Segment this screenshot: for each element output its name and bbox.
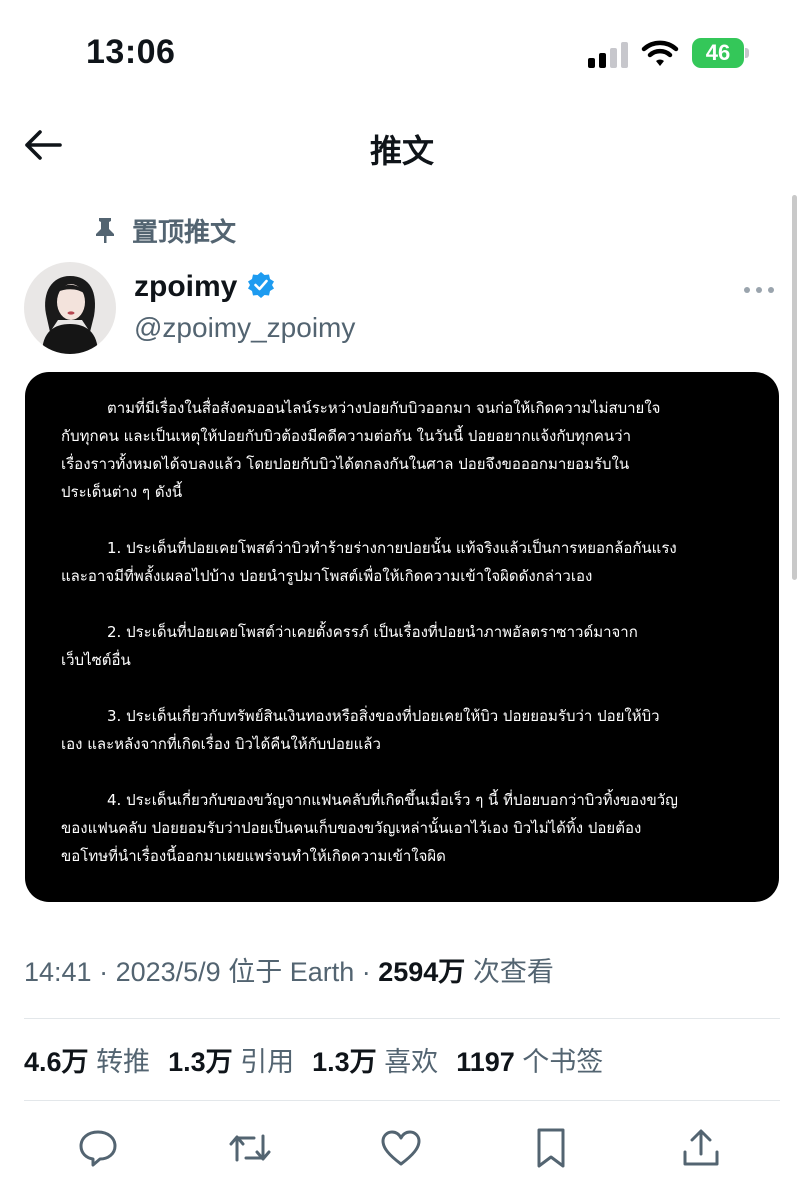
image-text-line: กับทุกคน และเป็นเหตุให้ปอยกับบิวต้องมีคด…: [61, 427, 632, 445]
view-count-label: 次查看: [465, 957, 554, 987]
status-bar: 13:06 46: [0, 0, 804, 100]
tweet-image[interactable]: ตามที่มีเรื่องในสื่อสังคมออนไลน์ระหว่างป…: [25, 372, 779, 902]
divider: [24, 1018, 780, 1019]
retweet-label: 转推: [96, 1047, 151, 1077]
top-nav: 推文: [0, 110, 804, 180]
more-icon[interactable]: [744, 284, 776, 296]
avatar[interactable]: [24, 262, 116, 354]
bookmark-icon[interactable]: [527, 1124, 575, 1172]
image-text-line: ประเด็นต่าง ๆ ดังนี้: [61, 483, 183, 501]
image-text-line: 1. ประเด็นที่ปอยเคยโพสต์ว่าบิวทำร้ายร่าง…: [107, 539, 677, 557]
engagement-stats: 4.6万 转推 1.3万 引用 1.3万 喜欢 1197 个书签: [24, 1040, 603, 1079]
battery-icon: 46: [692, 38, 749, 68]
meta-separator: ·: [91, 957, 116, 987]
cellular-signal-icon: [588, 40, 630, 68]
share-icon[interactable]: [677, 1124, 725, 1172]
like-count: 1.3万: [312, 1047, 377, 1077]
quote-label: 引用: [240, 1047, 295, 1077]
tweet-meta: 14:41 · 2023/5/9 位于 Earth · 2594万 次查看: [24, 950, 554, 989]
retweet-icon[interactable]: [226, 1124, 274, 1172]
view-count[interactable]: 2594万: [378, 957, 465, 987]
reply-icon[interactable]: [74, 1124, 122, 1172]
retweet-count: 4.6万: [24, 1047, 89, 1077]
image-text-line: ของแฟนคลับ ปอยยอมรับว่าปอยเป็นคนเก็บของข…: [61, 819, 642, 837]
display-name[interactable]: zpoimy: [134, 270, 237, 304]
user-handle[interactable]: @zpoimy_zpoimy: [134, 312, 355, 344]
page-title: 推文: [369, 133, 434, 169]
quote-stat[interactable]: 1.3万 引用: [168, 1040, 294, 1079]
image-text-line: ตามที่มีเรื่องในสื่อสังคมออนไลน์ระหว่างป…: [107, 399, 661, 417]
verified-badge-icon: [247, 271, 275, 304]
pinned-text: 置顶推文: [132, 216, 237, 247]
like-label: 喜欢: [384, 1047, 439, 1077]
image-text-line: เรื่องราวทั้งหมดได้จบลงแล้ว โดยปอยกับบิว…: [61, 455, 630, 473]
tweet-date: 2023/5/9: [115, 957, 221, 987]
like-stat[interactable]: 1.3万 喜欢: [312, 1040, 438, 1079]
retweet-stat[interactable]: 4.6万 转推: [24, 1040, 150, 1079]
meta-separator: ·: [354, 957, 379, 987]
pinned-label: 置顶推文: [92, 210, 236, 250]
image-text-line: และอาจมีที่พลั้งเผลอไปบ้าง ปอยนำรูปมาโพส…: [61, 567, 593, 585]
battery-level: 46: [692, 38, 744, 68]
status-time: 13:06: [86, 33, 176, 71]
image-text-line: เอง และหลังจากที่เกิดเรื่อง บิวได้คืนให้…: [61, 735, 381, 753]
wifi-icon: [640, 38, 680, 73]
author-name-row[interactable]: zpoimy: [134, 270, 275, 304]
tweet-time: 14:41: [24, 957, 92, 987]
like-icon[interactable]: [377, 1124, 425, 1172]
image-text: ตามที่มีเรื่องในสื่อสังคมออนไลน์ระหว่างป…: [61, 394, 749, 870]
bookmark-stat[interactable]: 1197 个书签: [456, 1040, 603, 1079]
tweet-location: 位于 Earth: [220, 957, 355, 987]
quote-count: 1.3万: [168, 1047, 233, 1077]
scrollbar[interactable]: [792, 195, 797, 580]
divider: [24, 1100, 780, 1101]
action-bar: [0, 1118, 804, 1178]
image-text-line: เว็บไซต์อื่น: [61, 651, 131, 669]
image-text-line: 4. ประเด็นเกี่ยวกับของขวัญจากแฟนคลับที่เ…: [107, 791, 678, 809]
image-text-line: 2. ประเด็นที่ปอยเคยโพสต์ว่าเคยตั้งครรภ์ …: [107, 623, 638, 641]
image-text-line: 3. ประเด็นเกี่ยวกับทรัพย์สินเงินทองหรือส…: [107, 707, 660, 725]
bookmark-label: 个书签: [522, 1047, 604, 1077]
image-text-line: ขอโทษที่นำเรื่องนี้ออกมาเผยแพร่จนทำให้เก…: [61, 847, 446, 865]
pin-icon: [92, 216, 118, 244]
bookmark-count: 1197: [456, 1047, 515, 1077]
